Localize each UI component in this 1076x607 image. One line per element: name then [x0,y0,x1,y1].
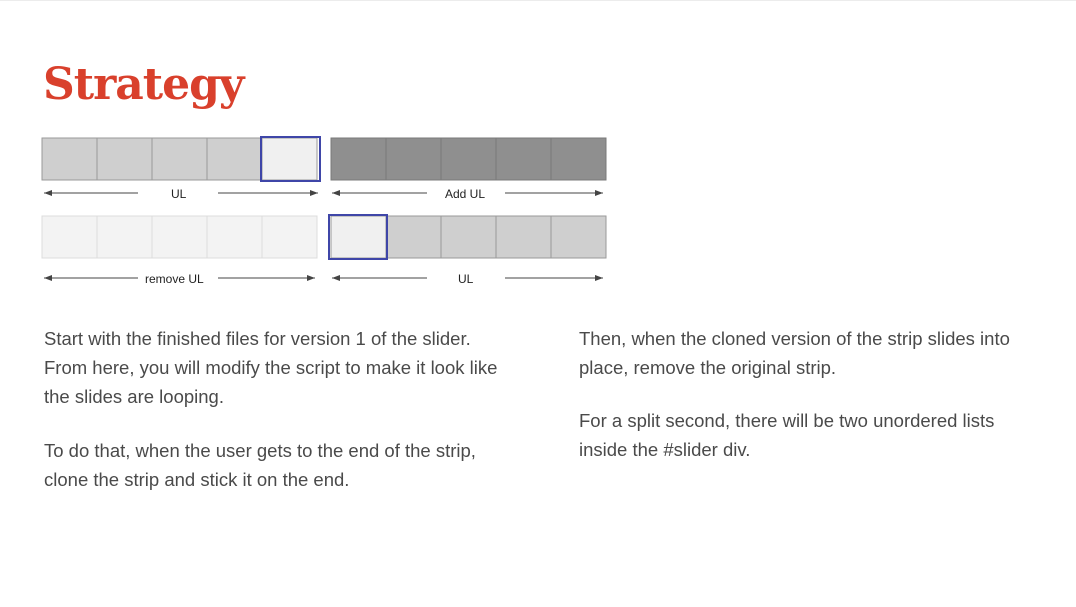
right-paragraph-1: Then, when the cloned version of the str… [579,328,1010,378]
row2-right-label: UL [458,272,474,286]
strip-cell [206,137,263,181]
strip-cell [385,215,442,259]
clone-strip-cell [550,137,607,181]
row2-left-label: remove UL [145,272,204,286]
strip-cell [440,215,497,259]
left-paragraph-2: To do that, when the user gets to the en… [44,440,476,490]
removed-strip-cell [96,215,153,259]
diagram-graphic [41,136,607,281]
row1-left-label: UL [171,187,187,201]
removed-strip-cell [206,215,263,259]
strip-cell [96,137,153,181]
strip-cell [550,215,607,259]
clone-strip-cell [495,137,552,181]
row2-strips [41,214,607,260]
clone-strip-cell [330,137,387,181]
slider-strategy-diagram: UL Add UL remove UL UL [0,1,1076,301]
right-paragraph-2: For a split second, there will be two un… [579,410,995,460]
clone-strip-cell [440,137,497,181]
removed-strip-cell [41,215,98,259]
strip-cell [495,215,552,259]
presentation-slide: Strategy UL Add UL remove UL UL Start wi… [0,0,1076,607]
removed-strip-cell [261,215,318,259]
strip-cell [330,215,387,259]
strip-cell [261,137,318,181]
row1-right-label: Add UL [445,187,486,201]
removed-strip-cell [151,215,208,259]
row1-strips [41,136,607,182]
strip-cell [151,137,208,181]
strip-cell [41,137,98,181]
clone-strip-cell [385,137,442,181]
left-paragraph-1: Start with the finished files for versio… [44,328,498,407]
